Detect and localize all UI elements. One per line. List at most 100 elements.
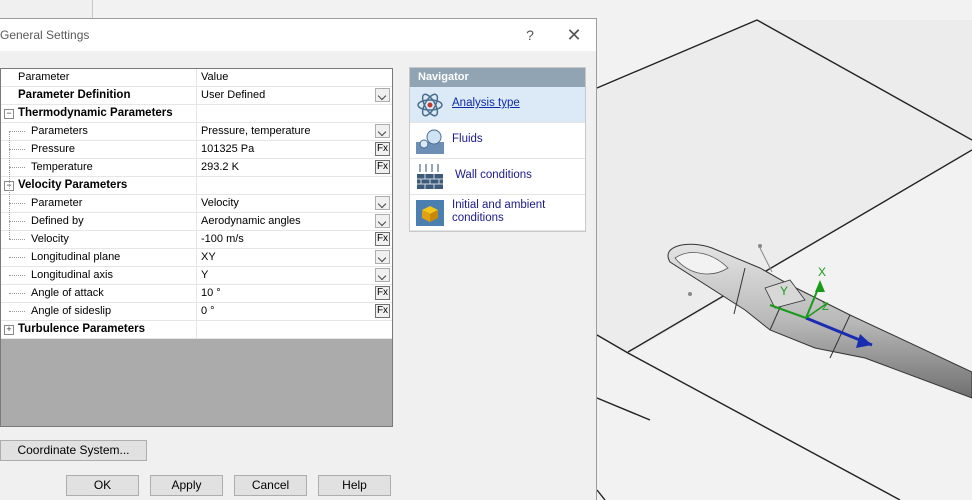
atom-icon <box>416 92 444 118</box>
value-cell[interactable]: -100 m/s Fx <box>197 231 392 248</box>
wall-icon <box>416 164 444 190</box>
parameter-value: 101325 Pa <box>201 143 255 155</box>
parameter-cell: − Thermodynamic Parameters <box>1 105 197 122</box>
value-cell[interactable]: 0 ° Fx <box>197 303 392 320</box>
parameter-label: Defined by <box>31 215 84 227</box>
tree-connector <box>9 275 25 276</box>
dialog-titlebar[interactable]: General Settings ? ✕ <box>0 19 596 51</box>
apply-button[interactable]: Apply <box>150 475 223 496</box>
close-icon[interactable]: ✕ <box>562 25 586 45</box>
grid-group-row[interactable]: + Turbulence Parameters <box>1 321 392 339</box>
parameter-label: Velocity <box>31 233 69 245</box>
grid-row[interactable]: Parameter Definition User Defined <box>1 87 392 105</box>
parameter-value: Velocity <box>201 197 239 209</box>
tree-connector <box>9 167 25 168</box>
parameter-cell: Velocity <box>1 231 197 248</box>
parameter-label: Pressure <box>31 143 76 155</box>
parameter-value: Aerodynamic angles <box>201 215 301 227</box>
value-cell[interactable]: 10 ° Fx <box>197 285 392 302</box>
chevron-down-icon[interactable] <box>375 250 390 264</box>
ok-button[interactable]: OK <box>66 475 139 496</box>
grid-row[interactable]: Longitudinal axis Y <box>1 267 392 285</box>
axis-x-label: X <box>818 265 826 279</box>
grid-row[interactable]: Parameters Pressure, temperature <box>1 123 392 141</box>
value-cell[interactable]: 293.2 K Fx <box>197 159 392 176</box>
value-cell[interactable]: Aerodynamic angles <box>197 213 392 230</box>
parameter-cell: Longitudinal plane <box>1 249 197 266</box>
fx-button[interactable]: Fx <box>375 232 390 246</box>
grid-group-row[interactable]: − Velocity Parameters <box>1 177 392 195</box>
parameter-label: Thermodynamic Parameters <box>18 107 173 119</box>
parameter-label: Longitudinal axis <box>31 269 113 281</box>
chevron-down-icon[interactable] <box>375 124 390 138</box>
navigator-item[interactable]: Wall conditions <box>410 159 585 195</box>
grid-row[interactable]: Velocity -100 m/s Fx <box>1 231 392 249</box>
chevron-down-icon[interactable] <box>375 214 390 228</box>
tree-connector <box>9 131 25 132</box>
parameter-value: Y <box>201 269 209 281</box>
parameter-value: 293.2 K <box>201 161 239 173</box>
chevron-down-icon[interactable] <box>375 268 390 282</box>
value-cell[interactable]: Y <box>197 267 392 284</box>
collapse-icon[interactable]: − <box>4 109 14 119</box>
fx-button[interactable]: Fx <box>375 160 390 174</box>
navigator-item[interactable]: Initial and ambient conditions <box>410 195 585 231</box>
cancel-button[interactable]: Cancel <box>234 475 307 496</box>
parameter-label: Parameter <box>31 197 83 209</box>
fx-button[interactable]: Fx <box>375 304 390 318</box>
cube-icon <box>416 200 444 226</box>
chevron-down-icon[interactable] <box>375 196 390 210</box>
grid-row[interactable]: Parameter Velocity <box>1 195 392 213</box>
navigator-item-label: Wall conditions <box>455 169 532 181</box>
grid-row[interactable]: Longitudinal plane XY <box>1 249 392 267</box>
grid-row[interactable]: Pressure 101325 Pa Fx <box>1 141 392 159</box>
expand-icon[interactable]: + <box>4 325 14 335</box>
tree-connector <box>9 293 25 294</box>
parameter-cell: Angle of attack <box>1 285 197 302</box>
parameter-value: 0 ° <box>201 305 215 317</box>
axis-y-label: Y <box>780 284 788 298</box>
help-icon[interactable]: ? <box>520 25 540 45</box>
fx-button[interactable]: Fx <box>375 142 390 156</box>
grid-row[interactable]: Angle of attack 10 ° Fx <box>1 285 392 303</box>
parameter-label: Angle of sideslip <box>31 305 112 317</box>
parameter-label: Turbulence Parameters <box>18 323 145 335</box>
value-cell[interactable]: Velocity <box>197 195 392 212</box>
grid-row[interactable]: Angle of sideslip 0 ° Fx <box>1 303 392 321</box>
parameter-value: XY <box>201 251 216 263</box>
parameter-label: Temperature <box>31 161 93 173</box>
parameter-cell: Longitudinal axis <box>1 267 197 284</box>
parameter-value: 10 ° <box>201 287 221 299</box>
navigator-item[interactable]: Fluids <box>410 123 585 159</box>
axis-z-label: Z <box>822 301 829 313</box>
navigator-item-label: Analysis type <box>452 97 520 109</box>
grid-group-row[interactable]: − Thermodynamic Parameters <box>1 105 392 123</box>
tree-connector <box>9 239 25 240</box>
navigator-item-label: Fluids <box>452 133 483 145</box>
fx-button[interactable]: Fx <box>375 286 390 300</box>
value-cell[interactable]: Pressure, temperature <box>197 123 392 140</box>
navigator-item[interactable]: Analysis type <box>410 87 585 123</box>
navigator-title: Navigator <box>410 68 585 87</box>
value-cell <box>197 321 392 338</box>
grid-row[interactable]: Temperature 293.2 K Fx <box>1 159 392 177</box>
coordinate-system-button[interactable]: Coordinate System... <box>0 440 147 461</box>
parameter-cell: Parameters <box>1 123 197 140</box>
dialog-title: General Settings <box>0 28 90 42</box>
parameter-label: Angle of attack <box>31 287 104 299</box>
parameter-cell: + Turbulence Parameters <box>1 321 197 338</box>
value-cell[interactable]: User Defined <box>197 87 392 104</box>
grid-row[interactable]: Defined by Aerodynamic angles <box>1 213 392 231</box>
parameter-cell: Parameter <box>1 195 197 212</box>
general-settings-dialog: General Settings ? ✕ Parameter Value Par… <box>0 18 597 500</box>
value-cell[interactable]: XY <box>197 249 392 266</box>
parameter-grid[interactable]: Parameter Value Parameter Definition User… <box>0 68 393 427</box>
column-header-value: Value <box>201 71 229 83</box>
chevron-down-icon[interactable] <box>375 88 390 102</box>
value-cell[interactable]: 101325 Pa Fx <box>197 141 392 158</box>
help-button[interactable]: Help <box>318 475 391 496</box>
value-cell <box>197 177 392 194</box>
parameter-value: -100 m/s <box>201 233 244 245</box>
parameter-cell: Parameter Definition <box>1 87 197 104</box>
tree-connector <box>9 257 25 258</box>
